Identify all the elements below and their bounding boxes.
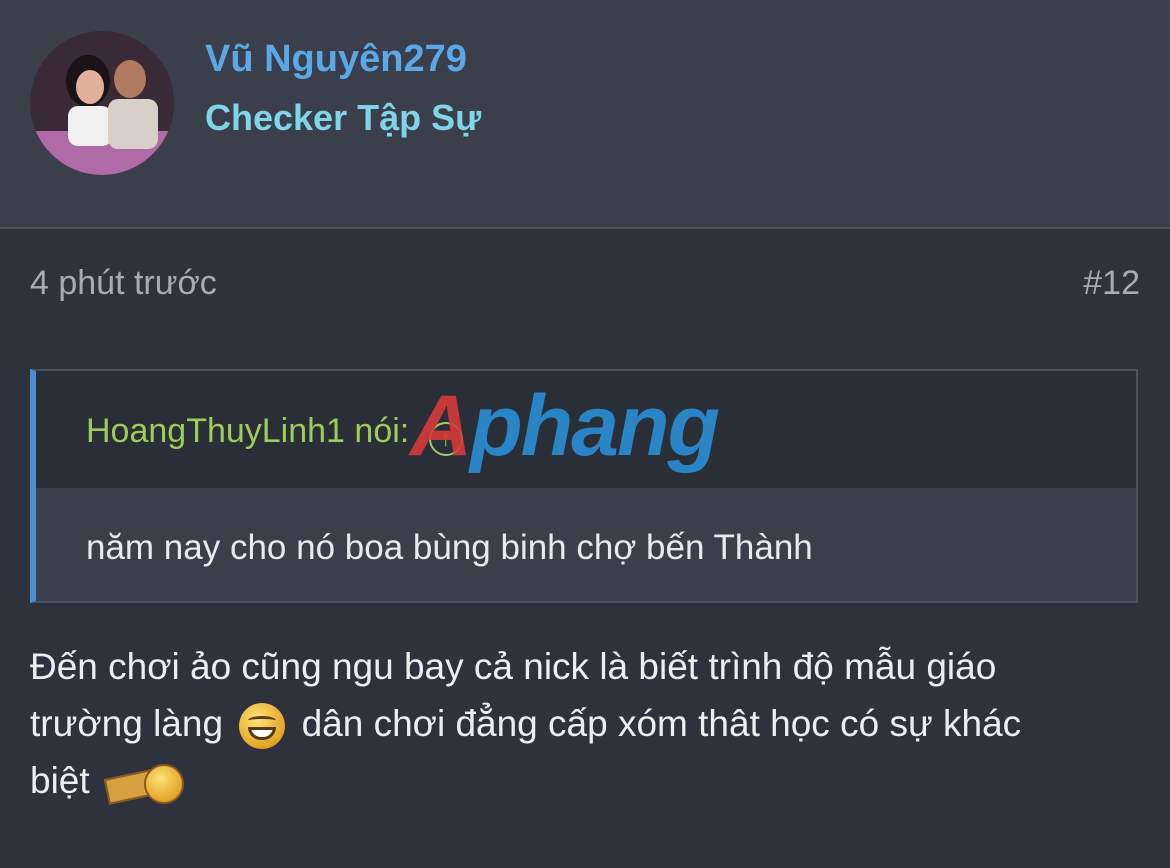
quote-text: năm nay cho nó boa bùng binh chợ bến Thà… bbox=[86, 528, 813, 567]
post-body-line2-start: trường làng bbox=[30, 703, 224, 744]
user-title: Checker Tập Sự bbox=[205, 97, 482, 138]
post-time[interactable]: 4 phút trước bbox=[30, 264, 217, 303]
post-number[interactable]: #12 bbox=[1083, 264, 1140, 303]
money-emoji-icon bbox=[103, 760, 190, 806]
quote-author-name[interactable]: HoangThuyLinh1 bbox=[86, 412, 345, 450]
coin-shape bbox=[143, 764, 184, 805]
quote-said-label: nói: bbox=[354, 412, 410, 450]
arrow-up-circle-icon[interactable]: ↑ bbox=[428, 422, 463, 456]
avatar-image bbox=[30, 31, 174, 175]
post-body-line2-end: dân chơi đẳng cấp xóm thât học có sự khá… bbox=[301, 703, 1022, 744]
post-body-line1: Đến chơi ảo cũng ngu bay cả nick là biết… bbox=[30, 646, 997, 687]
username[interactable]: Vũ Nguyên279 bbox=[205, 38, 467, 81]
quote-header: HoangThuyLinh1 nói: ↑ bbox=[36, 371, 1136, 488]
quote-attribution: HoangThuyLinh1 nói: ↑ bbox=[86, 412, 463, 456]
post-header: Vũ Nguyên279 Checker Tập Sự bbox=[0, 0, 1170, 229]
post-body: Đến chơi ảo cũng ngu bay cả nick là biết… bbox=[30, 638, 1140, 809]
laughing-emoji-icon bbox=[239, 703, 286, 750]
avatar[interactable] bbox=[30, 31, 174, 175]
quote-block: HoangThuyLinh1 nói: ↑ năm nay cho nó boa… bbox=[30, 369, 1138, 603]
post-body-line3: biệt bbox=[30, 760, 90, 801]
